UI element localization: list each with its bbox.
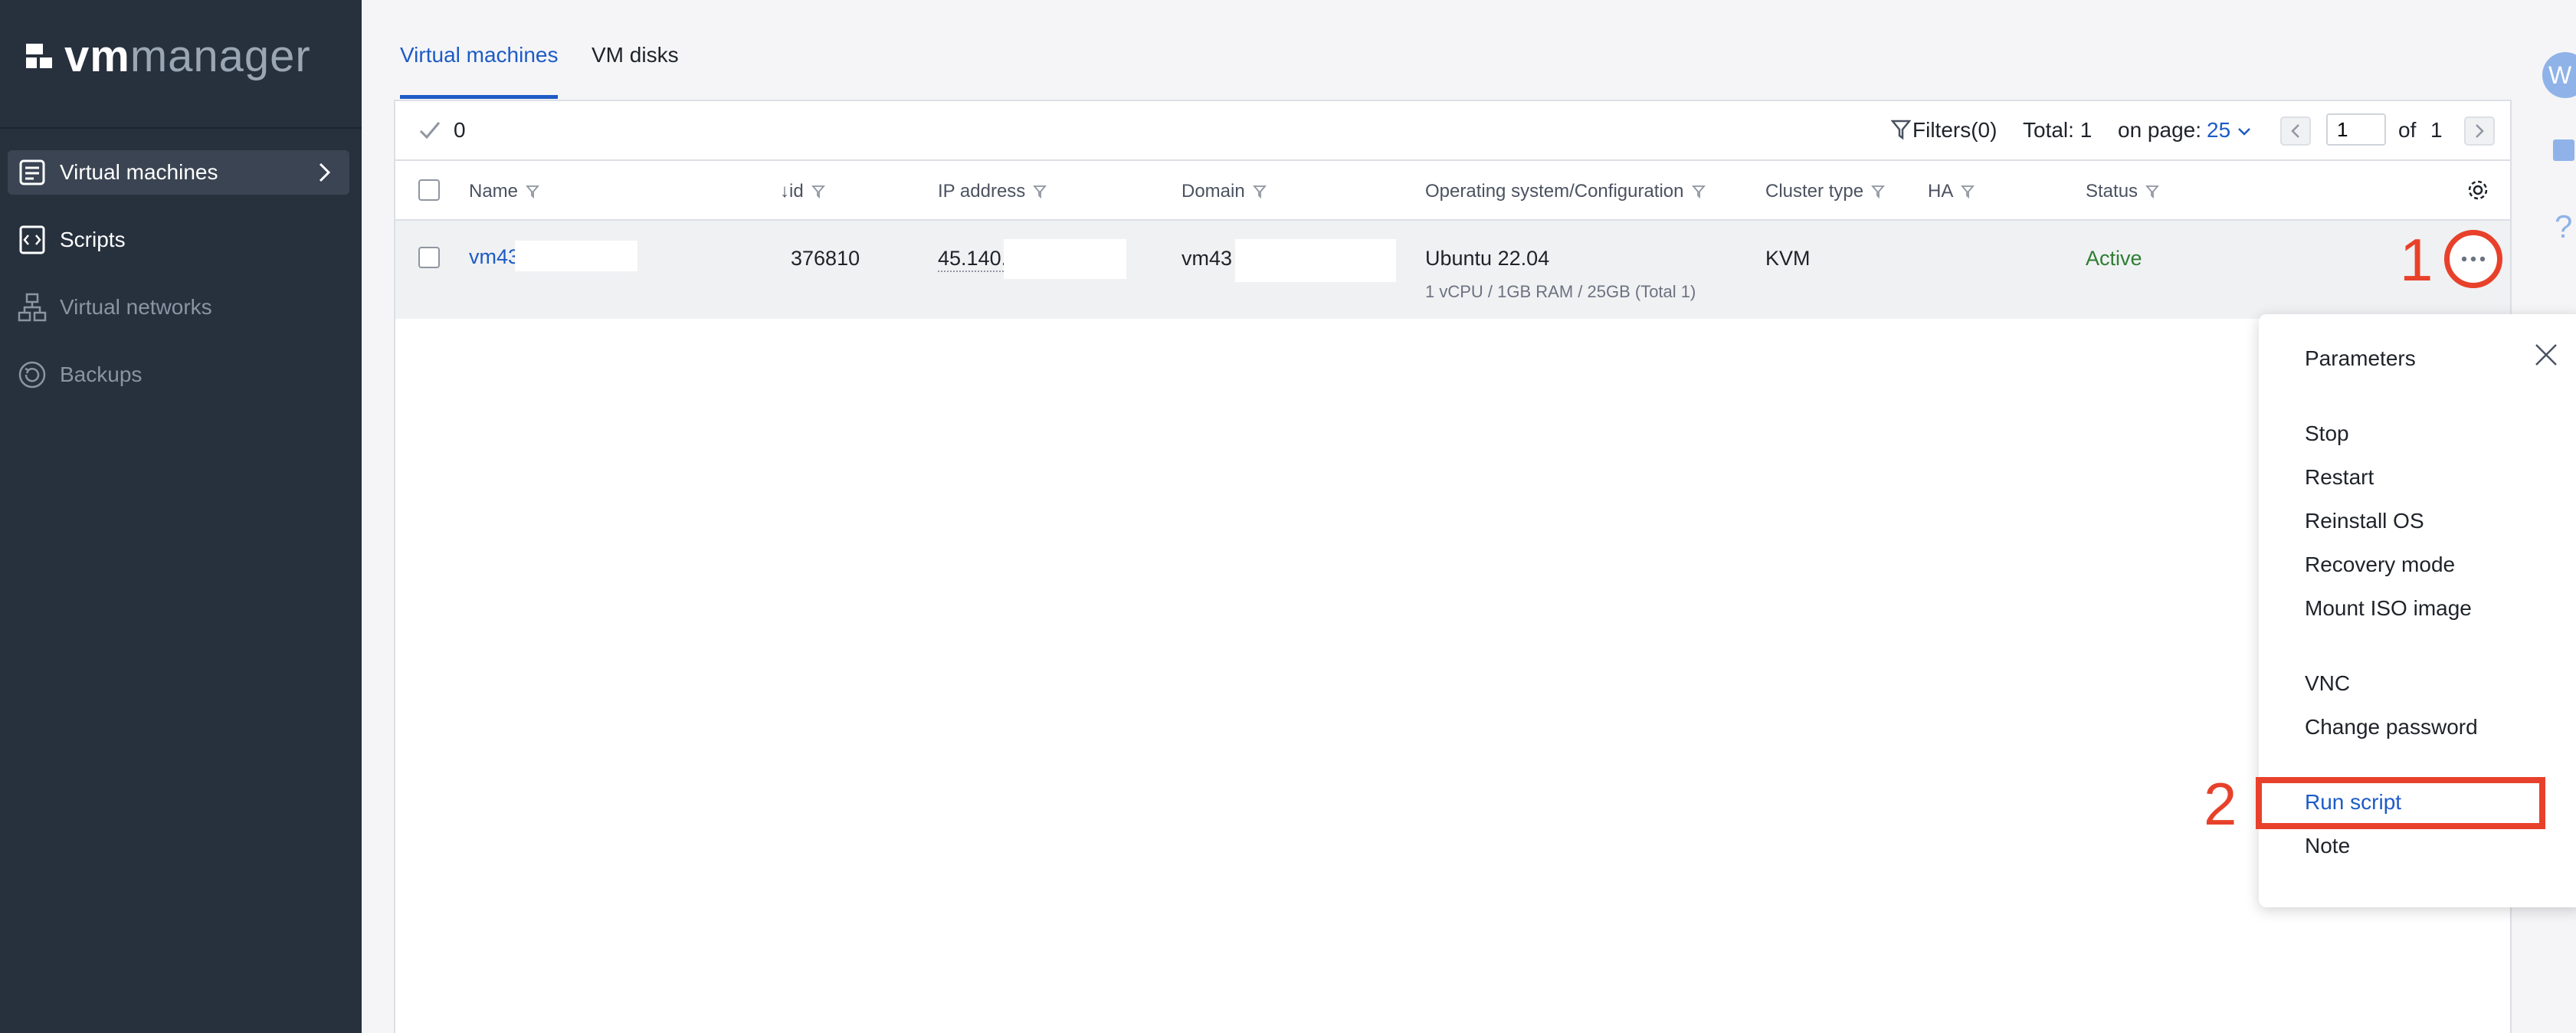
menu-item-mount-iso[interactable]: Mount ISO image [2305,596,2472,621]
menu-item-note[interactable]: Note [2305,834,2350,858]
table-row[interactable]: vm43 376810 45.140. vm43 Ubuntu 22.04 1 … [395,221,2510,319]
filter-icon[interactable] [1033,184,1047,199]
network-icon [17,292,48,323]
sidebar-item-label: Scripts [60,228,126,251]
filter-icon[interactable] [1252,184,1267,199]
vm-id: 376810 [791,247,860,270]
vm-list-icon [17,157,48,188]
total-pages: 1 [2430,118,2443,142]
book-icon[interactable] [2551,136,2576,168]
help-icon[interactable]: ? [2555,208,2572,245]
chevron-right-icon [313,159,336,191]
logo-mark-icon [26,43,57,70]
select-all-checkbox[interactable] [418,179,440,201]
redaction-mask [1004,239,1126,279]
menu-item-restart[interactable]: Restart [2305,465,2374,490]
vm-ip[interactable]: 45.140. [938,247,1008,272]
filter-icon[interactable] [1691,184,1706,199]
next-page-button[interactable] [2464,116,2495,146]
of-label: of [2398,118,2417,142]
sidebar-divider [0,127,362,129]
chevron-right-icon [2476,124,2484,138]
logo-text-bold: vm [64,31,130,81]
vm-status: Active [2086,247,2142,270]
table-toolbar: 0 Filters(0) Total: 1 on page: 25 of 1 [395,101,2510,161]
sidebar-item-label: Virtual networks [60,295,212,319]
filter-icon[interactable] [1890,118,1912,146]
sidebar-item-scripts[interactable]: Scripts [8,218,349,262]
logo-text-light: manager [129,31,311,81]
tab-vm-disks[interactable]: VM disks [592,43,679,95]
chevron-down-icon [2238,128,2250,136]
avatar[interactable]: W [2542,52,2576,98]
selected-count: 0 [454,118,466,142]
redaction-mask [1235,239,1396,282]
menu-item-reinstall-os[interactable]: Reinstall OS [2305,509,2424,533]
vm-domain: vm43 [1181,247,1233,270]
on-page-value: 25 [2207,118,2231,142]
table-header: Name ↓ id IP address Domain Operating sy… [395,161,2510,221]
filter-icon[interactable] [2145,184,2160,199]
sidebar-item-label: Virtual machines [60,160,218,184]
column-header-cluster-type[interactable]: Cluster type [1765,181,1886,202]
chevron-left-icon [2291,124,2299,138]
on-page-label: on page: [2118,118,2201,142]
avatar-initial: W [2548,61,2572,89]
menu-item-parameters[interactable]: Parameters [2305,346,2416,371]
redaction-mask [515,241,637,271]
vmmanager-logo[interactable]: vm manager [26,31,311,82]
sidebar: vm manager Virtual machines Scripts Virt… [0,0,362,1033]
column-header-name[interactable]: Name [469,181,539,202]
filter-icon[interactable] [526,184,539,199]
annotation-step-2: 2 [2204,770,2237,838]
annotation-step-1: 1 [2400,226,2433,294]
gear-icon[interactable] [2466,178,2490,208]
column-header-ip[interactable]: IP address [938,181,1047,202]
script-icon [17,225,48,255]
backup-icon [17,359,48,390]
filters-button[interactable]: Filters(0) [1912,118,1997,143]
sort-desc-icon: ↓ [780,181,789,202]
checkmark-icon [418,120,441,146]
column-header-id[interactable]: ↓ id [780,181,825,202]
column-header-status[interactable]: Status [2086,181,2160,202]
sidebar-item-virtual-networks[interactable]: Virtual networks [8,285,349,330]
annotation-highlight-box [2256,777,2545,829]
vm-os: Ubuntu 22.04 [1425,247,1550,270]
vm-table-panel: 0 Filters(0) Total: 1 on page: 25 of 1 N… [394,100,2512,1033]
vm-name-link[interactable]: vm43 [469,245,519,269]
tab-virtual-machines[interactable]: Virtual machines [400,43,559,99]
column-header-domain[interactable]: Domain [1181,181,1267,202]
menu-item-recovery-mode[interactable]: Recovery mode [2305,553,2455,577]
menu-item-vnc[interactable]: VNC [2305,671,2350,696]
total-count: Total: 1 [2023,118,2093,142]
filter-icon[interactable] [1961,184,1975,199]
column-header-os[interactable]: Operating system/Configuration [1425,181,1706,202]
vm-cluster-type: KVM [1765,247,1811,270]
prev-page-button[interactable] [2280,116,2311,146]
more-dots-icon [2461,256,2486,262]
row-checkbox[interactable] [418,247,440,268]
sidebar-item-virtual-machines[interactable]: Virtual machines [8,150,349,195]
filter-icon[interactable] [811,184,825,199]
menu-item-change-password[interactable]: Change password [2305,715,2478,739]
vm-config: 1 vCPU / 1GB RAM / 25GB (Total 1) [1425,282,1696,301]
close-icon[interactable] [2533,342,2559,372]
menu-item-stop[interactable]: Stop [2305,421,2349,446]
page-number-input[interactable] [2326,113,2386,146]
filter-icon[interactable] [1871,184,1886,199]
column-header-ha[interactable]: HA [1928,181,1975,202]
sidebar-item-label: Backups [60,362,143,386]
sidebar-item-backups[interactable]: Backups [8,353,349,397]
on-page-select[interactable]: 25 [2207,118,2252,143]
row-actions-button[interactable] [2444,230,2502,288]
